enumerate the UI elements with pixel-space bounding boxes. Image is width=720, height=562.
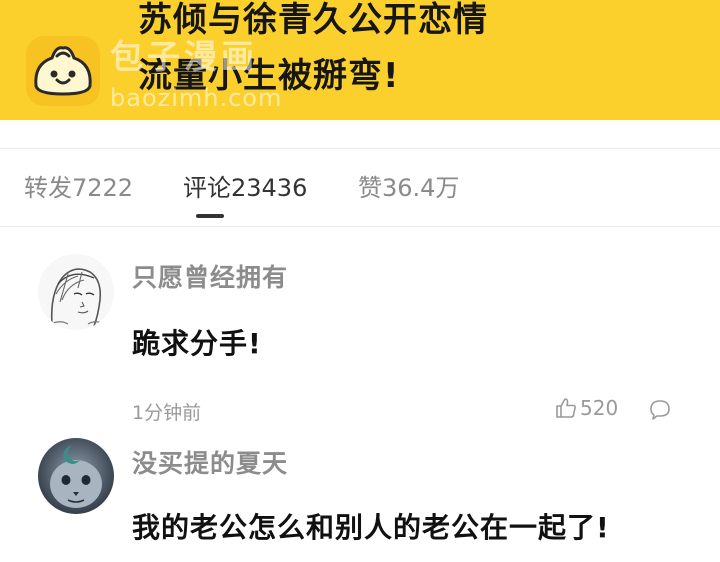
moon-cat-avatar[interactable] [38, 438, 114, 514]
like-count: 520 [580, 396, 619, 420]
watermark-text: 包子漫画 [110, 37, 258, 76]
watermark-url: baozimh.com [110, 84, 283, 112]
comment-username[interactable]: 没买提的夏天 [132, 444, 288, 480]
divider [0, 148, 720, 149]
comment-text: 我的老公怎么和别人的老公在一起了! [132, 511, 610, 544]
sketch-portrait-avatar[interactable] [38, 254, 114, 330]
comment-text: 跪求分手! [132, 327, 262, 360]
thumbs-up-icon [556, 398, 576, 418]
interaction-tabs: 转发7222 评论23436 赞36.4万 [0, 162, 720, 222]
tab-likes[interactable]: 赞36.4万 [358, 168, 459, 203]
baozi-logo-icon [26, 36, 100, 106]
divider [0, 226, 720, 227]
spacer [0, 120, 720, 144]
active-tab-indicator [196, 214, 224, 218]
banner: 苏倾与徐青久公开恋情 流量小生被掰弯! 包子漫画 baozimh.com [0, 0, 720, 120]
tab-comments[interactable]: 评论23436 [183, 168, 307, 203]
comment-time: 1分钟前 [132, 402, 202, 424]
like-button[interactable]: 520 [554, 396, 618, 420]
comment-reply-icon[interactable] [648, 398, 672, 426]
comment-username[interactable]: 只愿曾经拥有 [132, 258, 288, 294]
tab-forward[interactable]: 转发7222 [24, 168, 133, 203]
